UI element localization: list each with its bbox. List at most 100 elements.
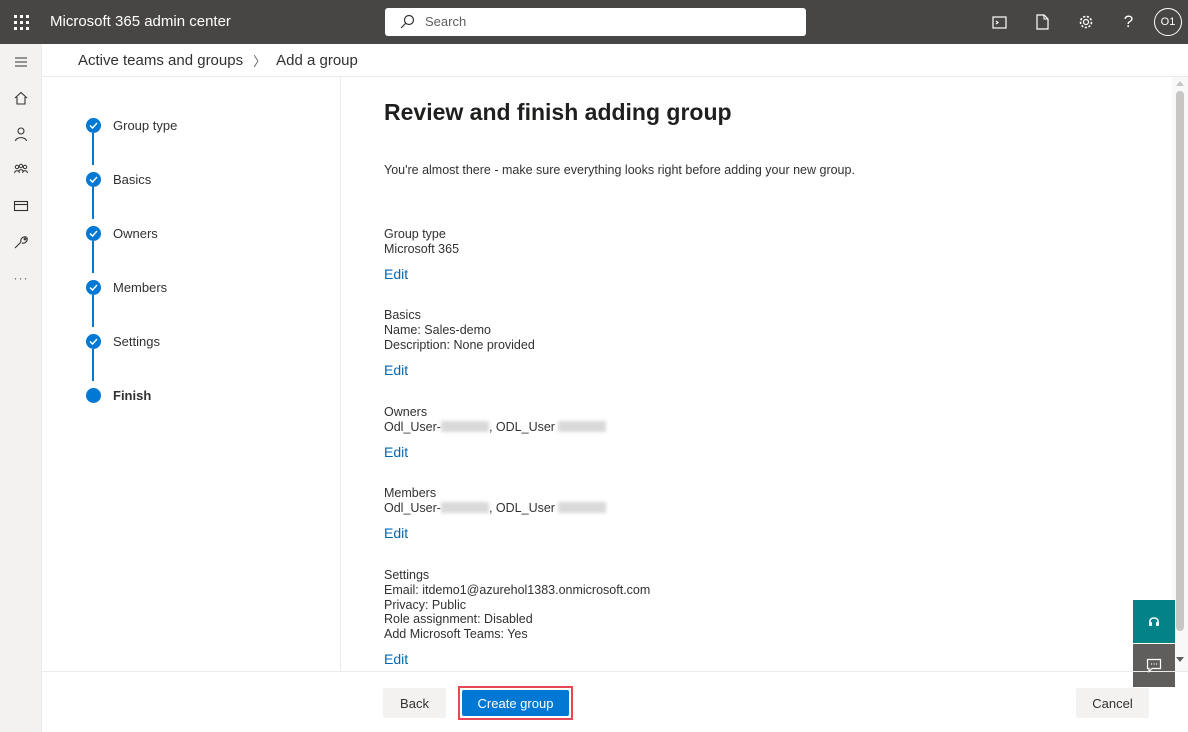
step-basics[interactable]: Basics [86, 169, 151, 189]
document-icon [1036, 14, 1049, 30]
section-group-type: Group type Microsoft 365 [384, 226, 459, 257]
gear-icon [1079, 15, 1092, 29]
checkmark-icon [86, 279, 101, 295]
nav-menu-toggle[interactable] [0, 44, 42, 80]
redacted-text [440, 502, 489, 513]
redacted-text [440, 421, 489, 432]
redacted-text [558, 502, 607, 513]
nav-teams-groups[interactable] [0, 152, 42, 188]
section-title: Basics [384, 308, 421, 322]
footer-divider [42, 671, 1188, 672]
section-value: Odl_User- , ODL_User [384, 420, 607, 435]
settings-button[interactable] [1064, 0, 1107, 44]
step-owners[interactable]: Owners [86, 223, 158, 243]
step-members[interactable]: Members [86, 277, 167, 297]
step-label: Group type [113, 117, 178, 133]
step-label: Basics [113, 171, 152, 187]
console-icon [992, 15, 1007, 29]
checkmark-icon [86, 117, 101, 133]
search-placeholder: Search [425, 14, 467, 29]
section-title: Settings [384, 568, 430, 582]
section-value: Odl_User- , ODL_User [384, 501, 607, 516]
section-members: Members Odl_User- , ODL_User [384, 485, 607, 516]
edit-group-type-link[interactable]: Edit [384, 266, 408, 282]
page-title: Review and finish adding group [384, 99, 732, 125]
breadcrumb-current: Add a group [276, 52, 358, 69]
section-value: Description: None provided [384, 337, 535, 352]
headset-icon [1149, 616, 1159, 626]
section-basics: Basics Name: Sales-demo Description: Non… [384, 307, 535, 352]
user-icon [14, 127, 28, 142]
nav-more[interactable]: ··· [0, 260, 42, 296]
section-title: Owners [384, 405, 428, 419]
section-value: Privacy: Public [384, 597, 466, 612]
owner-name: , ODL_User [488, 420, 559, 434]
credit-card-icon [13, 200, 29, 212]
edit-members-link[interactable]: Edit [384, 525, 408, 541]
intro-text: You're almost there - make sure everythi… [384, 163, 855, 177]
section-value: Email: itdemo1@azurehol1383.onmicrosoft.… [384, 583, 651, 597]
member-name: Odl_User- [384, 501, 441, 515]
breadcrumb: Active teams and groups 〉 Add a group [78, 44, 358, 77]
step-finish: Finish [86, 385, 151, 405]
waffle-icon [13, 14, 29, 30]
scrollbar[interactable] [1172, 77, 1188, 671]
section-title: Members [384, 486, 437, 500]
app-title[interactable]: Microsoft 365 admin center [50, 0, 231, 44]
nav-setup[interactable] [0, 224, 42, 260]
cancel-button[interactable]: Cancel [1076, 688, 1149, 718]
create-group-highlight: Create group [458, 686, 573, 720]
nav-home[interactable] [0, 80, 42, 116]
search-icon [400, 14, 415, 29]
feedback-button[interactable] [1133, 644, 1175, 687]
member-name: , ODL_User [488, 501, 559, 515]
current-step-dot-icon [86, 387, 101, 403]
section-value: Role assignment: Disabled [384, 612, 533, 627]
console-button[interactable] [978, 0, 1021, 44]
edit-basics-link[interactable]: Edit [384, 362, 408, 378]
section-value: Microsoft 365 [384, 242, 460, 256]
search-box[interactable]: Search [385, 8, 806, 36]
scrollbar-thumb[interactable] [1176, 91, 1184, 631]
edit-owners-link[interactable]: Edit [384, 444, 408, 460]
step-label: Finish [113, 387, 152, 403]
section-value: Add Microsoft Teams: Yes [384, 627, 528, 642]
wrench-icon [14, 236, 28, 249]
step-connector [92, 241, 94, 273]
help-support-button[interactable] [1133, 600, 1175, 643]
question-mark-icon: ? [1123, 12, 1134, 31]
section-value: Name: Sales-demo [384, 323, 491, 337]
nav-billing[interactable] [0, 188, 42, 224]
group-icon [14, 163, 28, 174]
nav-users[interactable] [0, 116, 42, 152]
step-label: Settings [113, 333, 160, 349]
step-connector [92, 295, 94, 327]
hamburger-icon [15, 57, 27, 67]
checkmark-icon [86, 171, 101, 187]
step-connector [92, 133, 94, 165]
edit-settings-link[interactable]: Edit [384, 651, 408, 667]
help-button[interactable]: ? [1107, 0, 1150, 44]
step-group-type[interactable]: Group type [86, 115, 177, 135]
home-icon [14, 91, 28, 105]
chevron-right-icon: 〉 [253, 54, 267, 69]
scroll-up-arrow-icon[interactable] [1176, 81, 1184, 86]
step-label: Owners [113, 225, 158, 241]
redacted-text [558, 421, 607, 432]
scroll-down-arrow-icon[interactable] [1176, 657, 1184, 662]
checkmark-icon [86, 333, 101, 349]
step-connector [92, 349, 94, 381]
back-button[interactable]: Back [383, 688, 446, 718]
owner-name: Odl_User- [384, 420, 441, 434]
ellipsis-icon: ··· [13, 271, 29, 285]
document-button[interactable] [1021, 0, 1064, 44]
wizard-steps: Group type Basics Owners Members Setting… [42, 77, 341, 671]
section-title: Group type [384, 227, 446, 241]
app-launcher-button[interactable] [0, 0, 42, 44]
breadcrumb-parent-link[interactable]: Active teams and groups [78, 52, 243, 69]
step-settings[interactable]: Settings [86, 331, 160, 351]
left-nav-rail: ··· [0, 44, 42, 732]
create-group-button[interactable]: Create group [462, 690, 569, 716]
section-settings: Settings Email: itdemo1@azurehol1383.onm… [384, 567, 650, 642]
avatar[interactable]: O1 [1154, 8, 1182, 36]
